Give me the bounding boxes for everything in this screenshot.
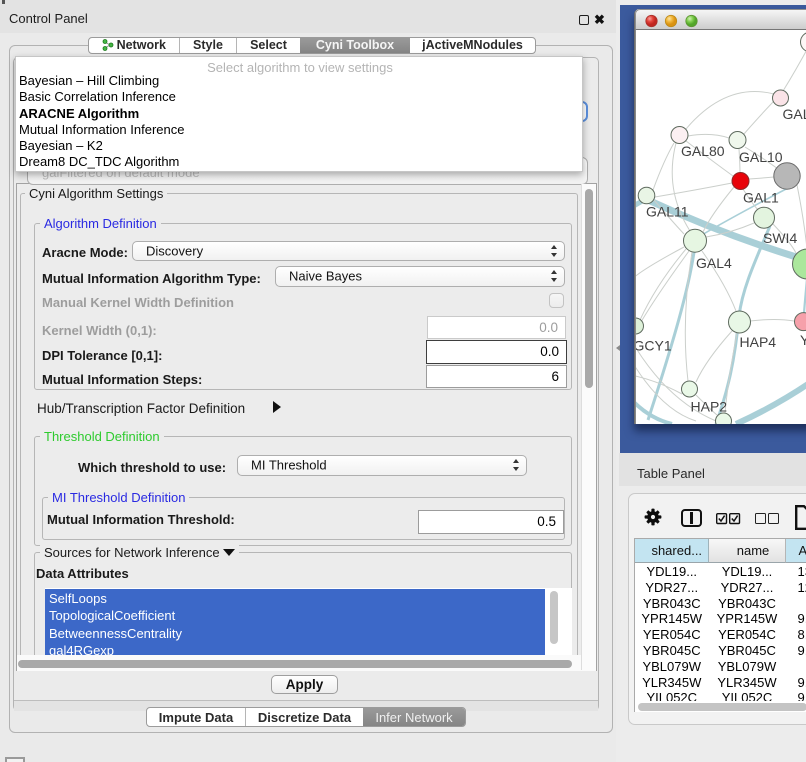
svg-text:GAL1: GAL1	[743, 190, 779, 206]
svg-text:GAL7: GAL7	[782, 106, 806, 122]
svg-text:GAL80: GAL80	[681, 143, 725, 159]
svg-text:GAL4: GAL4	[696, 255, 732, 271]
svg-text:HAP4: HAP4	[739, 334, 776, 350]
svg-text:YKR: YKR	[800, 332, 806, 348]
svg-text:HAP2: HAP2	[690, 399, 727, 415]
svg-text:SWI4: SWI4	[763, 230, 797, 246]
svg-text:GAL11: GAL11	[646, 204, 689, 220]
svg-text:GAL10: GAL10	[739, 149, 783, 165]
svg-text:GCY1: GCY1	[636, 338, 672, 354]
